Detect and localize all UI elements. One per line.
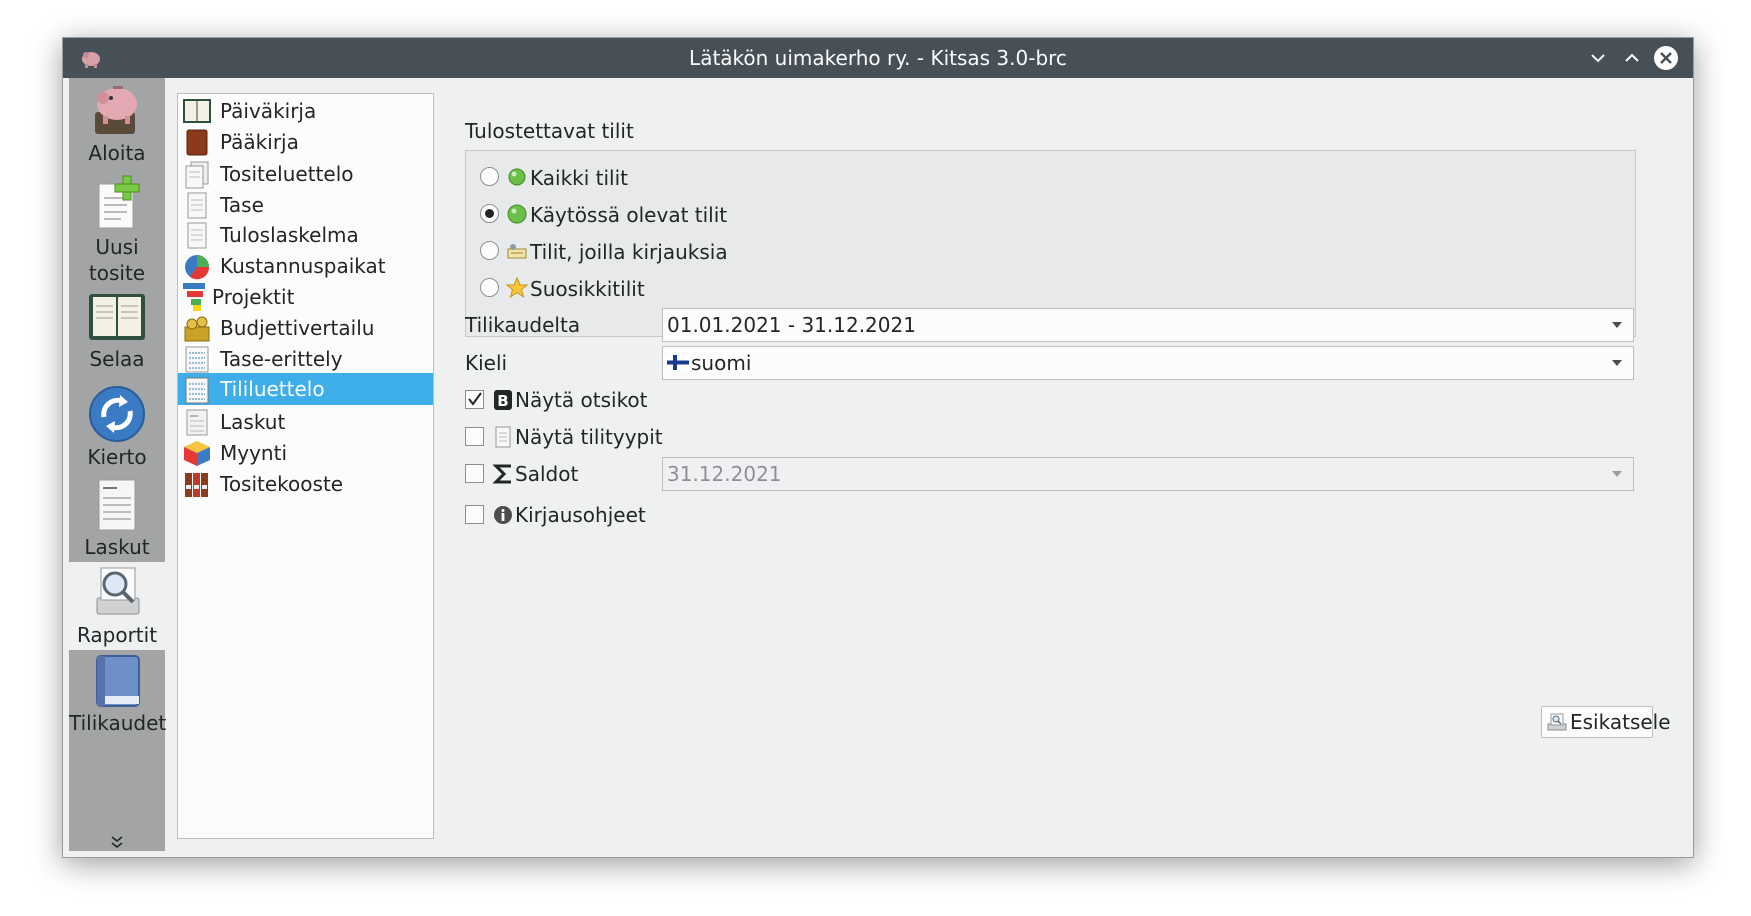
piggy-bank-icon: [95, 86, 137, 134]
report-item-laskut[interactable]: Laskut: [178, 405, 433, 439]
account-list-icon: [185, 377, 209, 404]
language-label: Kieli: [465, 351, 508, 375]
period-select[interactable]: 01.01.2021 - 31.12.2021: [662, 308, 1634, 342]
invoice-icon: [98, 479, 136, 531]
report-item-tositekooste[interactable]: Tositekooste: [178, 467, 433, 501]
chevron-down-icon: [1612, 322, 1622, 328]
pie-chart-icon: [185, 255, 210, 280]
report-item-myynti[interactable]: Myynti: [178, 436, 433, 470]
radio-button-selected[interactable]: [480, 204, 499, 223]
radio-button[interactable]: [480, 278, 499, 297]
preview-button[interactable]: Esikatsele: [1541, 706, 1671, 738]
green-ball-icon: [507, 204, 527, 224]
period-label: Tilikaudelta: [465, 313, 581, 337]
report-item-paivakirja[interactable]: Päiväkirja: [178, 94, 433, 128]
chevron-down-icon: [1612, 360, 1622, 366]
show-headers-checkbox[interactable]: [465, 390, 484, 409]
report-item-tase[interactable]: Tase: [178, 188, 433, 222]
entries-icon: [507, 244, 527, 259]
report-item-tililuettelo[interactable]: Tililuettelo: [178, 373, 433, 405]
circulation-icon: [89, 386, 145, 442]
report-item-budjettivertailu[interactable]: Budjettivertailu: [178, 311, 433, 345]
more-chevron-icon[interactable]: [107, 835, 127, 849]
sidebar-item-kierto[interactable]: Kierto: [69, 384, 165, 476]
sidebar-item-laskut[interactable]: Laskut: [69, 476, 165, 562]
close-icon[interactable]: [1651, 43, 1681, 73]
title-bar[interactable]: Lätäkön uimakerho ry. - Kitsas 3.0-brc: [63, 38, 1693, 78]
sidebar-item-raportit[interactable]: Raportit: [69, 562, 165, 650]
checkmark-icon: [468, 392, 482, 406]
report-item-paakirja[interactable]: Pääkirja: [178, 125, 433, 159]
invoice-icon: [186, 409, 208, 436]
balances-date-select[interactable]: 31.12.2021: [662, 457, 1634, 491]
star-icon: [506, 277, 528, 299]
report-search-icon: [96, 567, 140, 615]
maximize-icon[interactable]: [1617, 43, 1647, 73]
budget-icon: [184, 316, 210, 342]
accounts-section-title: Tulostettavat tilit: [465, 119, 634, 143]
book-icon: [96, 655, 140, 707]
documents-icon: [185, 161, 209, 189]
report-item-projektit[interactable]: Projektit: [178, 280, 433, 314]
balances-checkbox[interactable]: [465, 464, 484, 483]
show-types-checkbox[interactable]: [465, 427, 484, 446]
window-title: Lätäkön uimakerho ry. - Kitsas 3.0-brc: [689, 46, 1067, 70]
green-ball-icon: [508, 168, 526, 186]
sidebar-item-label: Aloita: [88, 141, 146, 165]
ledger-book-icon: [89, 294, 145, 340]
balance-sheet-icon: [187, 192, 207, 219]
sidebar-item-uusi-tosite[interactable]: Uusi tosite: [69, 174, 165, 290]
bold-icon: B: [494, 390, 512, 410]
instructions-checkbox[interactable]: [465, 505, 484, 524]
report-item-tositeluettelo[interactable]: Tositeluettelo: [178, 157, 433, 191]
radio-button[interactable]: [480, 167, 499, 186]
chevron-down-icon: [1612, 471, 1622, 477]
radio-button[interactable]: [480, 241, 499, 260]
sidebar-item-label: Raportit: [76, 623, 158, 647]
preview-icon: [1547, 713, 1567, 731]
minimize-icon[interactable]: [1583, 43, 1613, 73]
info-icon: [494, 506, 512, 524]
binders-icon: [185, 473, 208, 497]
sidebar-item-tilikaudet[interactable]: Tilikaudet: [69, 650, 167, 744]
journal-icon: [183, 99, 211, 123]
sidebar-item-label: Uusi tosite: [88, 235, 146, 285]
document-icon: [495, 426, 511, 448]
main-window: Lätäkön uimakerho ry. - Kitsas 3.0-brc A…: [62, 37, 1694, 858]
sidebar-item-label: Laskut: [84, 535, 150, 559]
sidebar-item-label: Selaa: [89, 347, 145, 371]
report-item-kustannuspaikat[interactable]: Kustannuspaikat: [178, 249, 433, 283]
report-list: Päiväkirja Pääkirja Tositeluettelo Tase …: [177, 93, 434, 839]
ledger-icon: [186, 129, 208, 156]
sigma-icon: [492, 464, 511, 484]
report-item-tuloslaskelma[interactable]: Tuloslaskelma: [178, 218, 433, 252]
sales-box-icon: [184, 441, 210, 466]
finnish-flag-icon: [667, 355, 689, 370]
language-select[interactable]: suomi: [662, 346, 1634, 380]
income-statement-icon: [187, 222, 207, 249]
specification-icon: [185, 346, 209, 373]
main-sidebar: Aloita Uusi tosite Selaa Kierto Laskut R…: [69, 78, 167, 851]
report-item-tase-erittely[interactable]: Tase-erittely: [178, 342, 433, 376]
sidebar-item-label: Tilikaudet: [69, 711, 167, 735]
project-icon: [183, 283, 205, 311]
sidebar-item-label: Kierto: [87, 445, 147, 469]
sidebar-item-aloita[interactable]: Aloita: [69, 78, 165, 174]
sidebar-item-selaa[interactable]: Selaa: [69, 290, 165, 384]
svg-text:B: B: [497, 392, 508, 410]
new-document-icon: [98, 175, 140, 229]
